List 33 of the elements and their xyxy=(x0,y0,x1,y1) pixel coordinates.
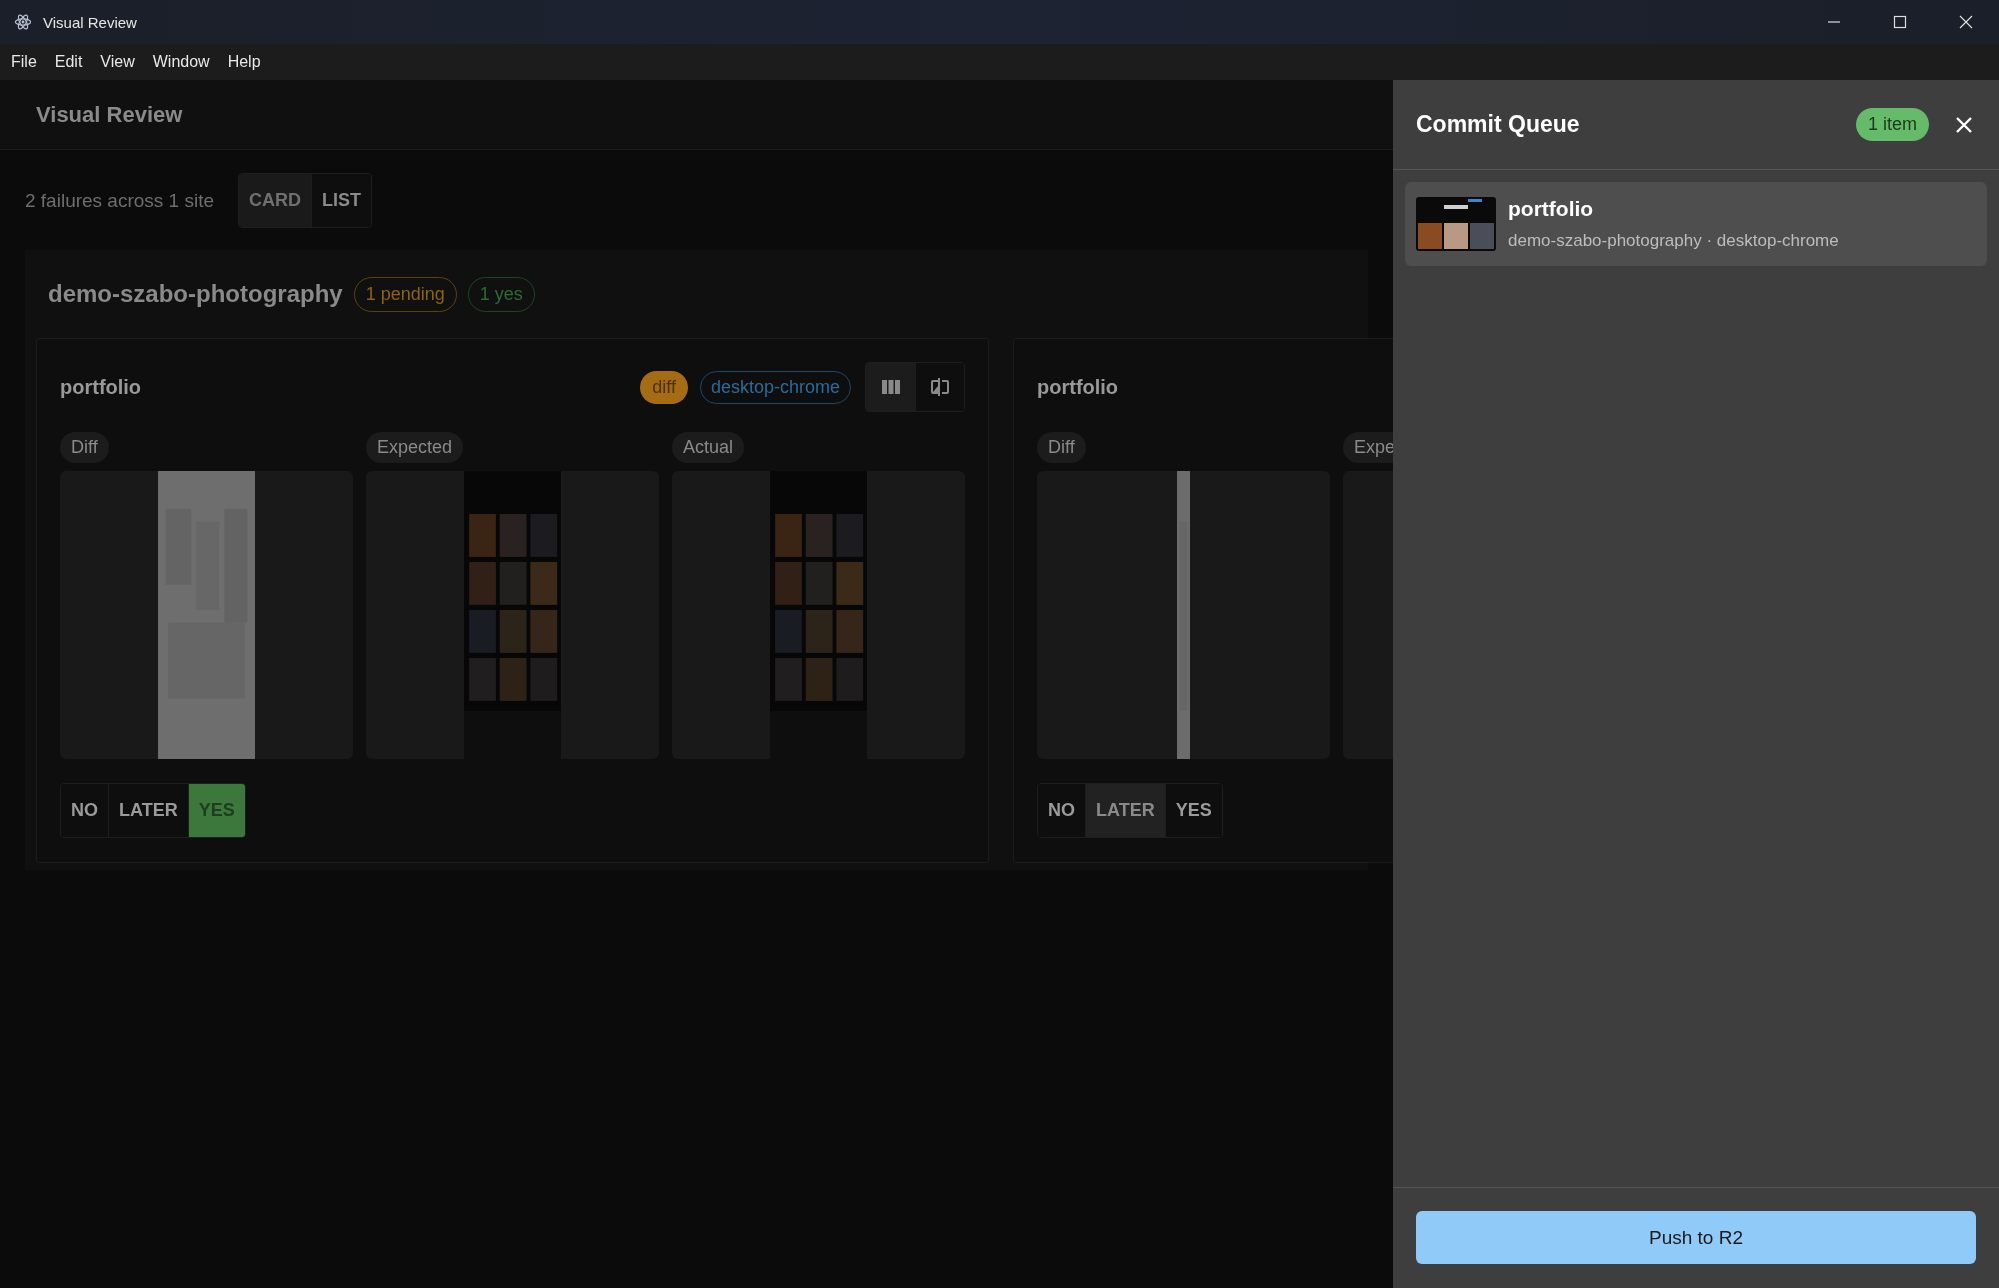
close-icon xyxy=(1958,14,1974,30)
layout-toggle[interactable] xyxy=(915,363,964,411)
menu-item[interactable]: View xyxy=(91,49,144,75)
minimize-icon xyxy=(1828,21,1840,23)
status-badge: diff xyxy=(640,370,688,404)
decision-button[interactable]: YES xyxy=(1164,784,1222,837)
layout-toggle[interactable] xyxy=(866,363,915,411)
item-title: portfolio xyxy=(1508,197,1595,221)
drawer-title: Commit Queue xyxy=(1416,111,1581,138)
maximize-icon xyxy=(1892,14,1908,30)
view-toggle[interactable]: LIST xyxy=(311,174,372,227)
count-badge: 1 item xyxy=(1855,108,1929,141)
atom-icon xyxy=(14,13,32,31)
window-title: Visual Review xyxy=(43,13,138,31)
queue-item[interactable]: portfolio demo-szabo-photography · desktop-chrome xyxy=(1405,182,1987,266)
push-button[interactable]: Push to R2 xyxy=(1416,1211,1976,1264)
decision-button[interactable]: LATER xyxy=(1085,784,1165,837)
compare-icon xyxy=(928,375,952,399)
menu-item[interactable]: Window xyxy=(143,49,219,75)
panel-label: Actual xyxy=(672,432,745,463)
view-toggle[interactable]: CARD xyxy=(239,174,312,227)
menu-item[interactable]: Help xyxy=(218,49,270,75)
card-title: portfolio xyxy=(1037,375,1120,399)
card-title: portfolio xyxy=(60,375,143,399)
menu-item[interactable]: File xyxy=(2,49,46,75)
site-name: demo-szabo-photography xyxy=(48,280,343,308)
panel-label: Expected xyxy=(366,432,464,463)
failure-summary: 2 failures across 1 site xyxy=(25,189,215,212)
page-title: Visual Review xyxy=(36,101,183,128)
panel-label: Diff xyxy=(1037,432,1086,463)
panel-label: Diff xyxy=(60,432,109,463)
item-subtitle: demo-szabo-photography · desktop-chrome xyxy=(1508,231,1839,251)
menu-item[interactable]: Edit xyxy=(45,49,92,75)
